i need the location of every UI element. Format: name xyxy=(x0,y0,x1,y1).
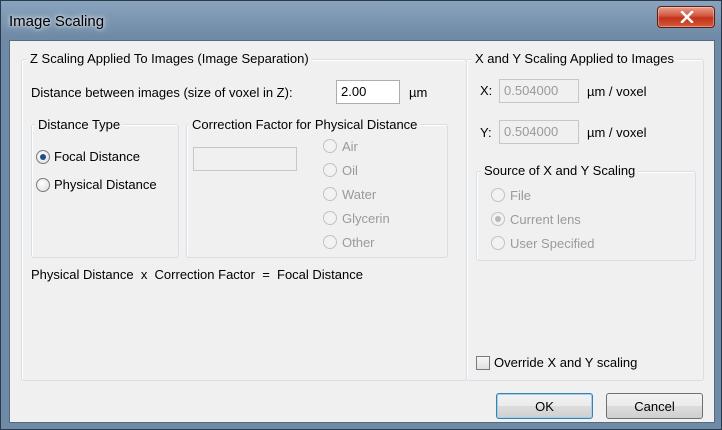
radio-label: Physical Distance xyxy=(54,177,157,192)
x-scale-input[interactable]: 0.504000 xyxy=(499,79,579,103)
dialog-body: Z Scaling Applied To Images (Image Separ… xyxy=(9,40,715,423)
radio-label: Water xyxy=(342,187,377,202)
image-scaling-dialog: Image Scaling Z Scaling Applied To Image… xyxy=(0,0,722,430)
radio-label: File xyxy=(510,188,531,203)
y-label: Y: xyxy=(480,125,492,140)
correction-factor-input[interactable] xyxy=(193,147,297,171)
radio-button[interactable] xyxy=(323,163,337,177)
formula-text: Physical Distance x Correction Factor = … xyxy=(31,267,363,282)
radio-label: User Specified xyxy=(510,236,595,251)
z-scaling-caption: Z Scaling Applied To Images (Image Separ… xyxy=(27,51,312,66)
close-icon xyxy=(680,11,694,23)
radio-button[interactable] xyxy=(323,139,337,153)
distance-label: Distance between images (size of voxel i… xyxy=(31,85,293,100)
ok-button[interactable]: OK xyxy=(496,393,593,419)
window-title: Image Scaling xyxy=(9,13,105,30)
y-unit: µm / voxel xyxy=(587,125,647,140)
override-xy-checkbox[interactable] xyxy=(476,356,490,370)
title-bar[interactable]: Image Scaling xyxy=(1,1,721,39)
radio-button[interactable] xyxy=(36,150,50,164)
distance-unit: µm xyxy=(409,85,428,100)
y-scale-input[interactable]: 0.504000 xyxy=(499,120,579,144)
radio-button[interactable] xyxy=(323,211,337,225)
correction-factor-caption: Correction Factor for Physical Distance xyxy=(189,117,421,132)
radio-label: Glycerin xyxy=(342,211,390,226)
radio-button[interactable] xyxy=(491,212,505,226)
close-button[interactable] xyxy=(657,6,715,28)
override-xy-label: Override X and Y scaling xyxy=(494,355,638,370)
radio-button[interactable] xyxy=(36,178,50,192)
radio-button[interactable] xyxy=(323,235,337,249)
xy-scaling-caption: X and Y Scaling Applied to Images xyxy=(472,51,677,66)
x-unit: µm / voxel xyxy=(587,84,647,99)
radio-button[interactable] xyxy=(491,188,505,202)
distance-type-caption: Distance Type xyxy=(35,117,124,132)
x-label: X: xyxy=(480,83,493,98)
distance-input[interactable]: 2.00 xyxy=(336,80,400,104)
source-caption: Source of X and Y Scaling xyxy=(481,163,639,178)
cancel-button[interactable]: Cancel xyxy=(606,393,703,419)
radio-label: Air xyxy=(342,139,358,154)
radio-label: Other xyxy=(342,235,375,250)
radio-label: Oil xyxy=(342,163,358,178)
radio-label: Current lens xyxy=(510,212,581,227)
radio-button[interactable] xyxy=(491,236,505,250)
radio-label: Focal Distance xyxy=(54,149,140,164)
radio-button[interactable] xyxy=(323,187,337,201)
correction-factor-group xyxy=(186,124,448,258)
